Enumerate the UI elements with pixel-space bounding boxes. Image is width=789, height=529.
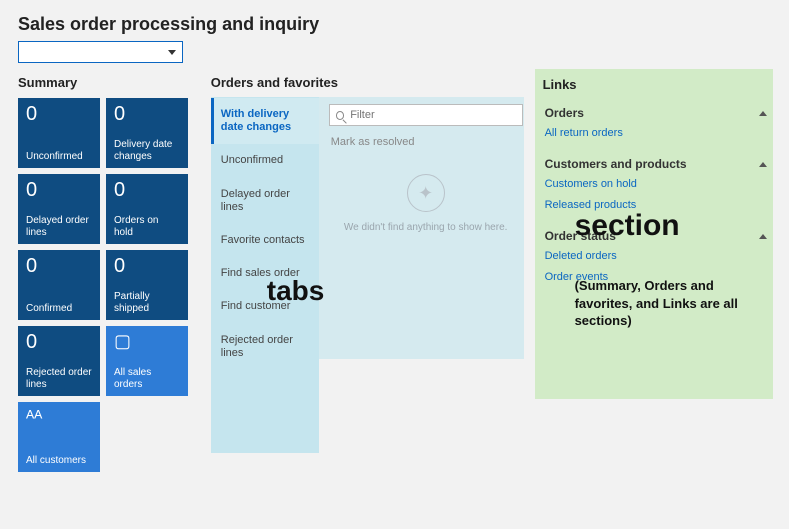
orders-header: Orders and favorites xyxy=(211,75,529,90)
links-header: Links xyxy=(543,77,771,92)
link-group-title: Order status xyxy=(545,229,616,243)
link-group-orders[interactable]: Orders xyxy=(543,100,771,124)
tile-label: All sales orders xyxy=(114,367,180,390)
tile-rejected-order-lines[interactable]: 0 Rejected order lines xyxy=(18,326,100,396)
sales-orders-icon: ▢ xyxy=(114,332,180,350)
search-icon xyxy=(336,111,344,120)
tile-unconfirmed[interactable]: 0 Unconfirmed xyxy=(18,98,100,168)
tile-orders-on-hold[interactable]: 0 Orders on hold xyxy=(106,174,188,244)
tab-favorite-contacts[interactable]: Favorite contacts xyxy=(211,224,319,257)
page-title: Sales order processing and inquiry xyxy=(18,14,771,35)
chevron-up-icon xyxy=(759,111,767,116)
tile-label: Delivery date changes xyxy=(114,139,180,162)
link-released-products[interactable]: Released products xyxy=(543,196,771,217)
link-group-title: Orders xyxy=(545,106,584,120)
tab-with-delivery-date-changes[interactable]: With delivery date changes xyxy=(211,98,319,144)
empty-state: ✦ We didn't find anything to show here. xyxy=(329,162,523,233)
tab-unconfirmed[interactable]: Unconfirmed xyxy=(211,144,319,177)
tile-count: 0 xyxy=(26,256,92,276)
tile-count: 0 xyxy=(26,104,92,124)
tile-label: Confirmed xyxy=(26,303,92,315)
empty-state-icon: ✦ xyxy=(407,174,445,212)
empty-state-text: We didn't find anything to show here. xyxy=(329,222,523,233)
link-customers-on-hold[interactable]: Customers on hold xyxy=(543,175,771,196)
tile-delayed-order-lines[interactable]: 0 Delayed order lines xyxy=(18,174,100,244)
link-group-order-status[interactable]: Order status xyxy=(543,223,771,247)
tile-label: Partially shipped xyxy=(114,291,180,314)
filter-input-wrap[interactable] xyxy=(329,104,523,126)
tab-find-sales-order[interactable]: Find sales order xyxy=(211,257,319,290)
link-group-title: Customers and products xyxy=(545,157,687,171)
tile-count: 0 xyxy=(114,104,180,124)
tile-label: Rejected order lines xyxy=(26,367,92,390)
tile-count: 0 xyxy=(114,256,180,276)
tile-all-customers[interactable]: ᴬᴬ All customers xyxy=(18,402,100,472)
tile-label: Unconfirmed xyxy=(26,151,92,163)
tile-confirmed[interactable]: 0 Confirmed xyxy=(18,250,100,320)
tile-partially-shipped[interactable]: 0 Partially shipped xyxy=(106,250,188,320)
tile-label: All customers xyxy=(26,455,92,467)
customers-icon: ᴬᴬ xyxy=(26,408,92,426)
summary-header: Summary xyxy=(18,75,197,90)
chevron-up-icon xyxy=(759,234,767,239)
tile-count: 0 xyxy=(26,180,92,200)
filter-input[interactable] xyxy=(350,109,515,121)
tile-count: 0 xyxy=(114,180,180,200)
tile-label: Orders on hold xyxy=(114,215,180,238)
tile-delivery-date-changes[interactable]: 0 Delivery date changes xyxy=(106,98,188,168)
tab-find-customer[interactable]: Find customer xyxy=(211,290,319,323)
link-group-customers-products[interactable]: Customers and products xyxy=(543,151,771,175)
chevron-up-icon xyxy=(759,162,767,167)
tile-label: Delayed order lines xyxy=(26,215,92,238)
tile-all-sales-orders[interactable]: ▢ All sales orders xyxy=(106,326,188,396)
link-all-return-orders[interactable]: All return orders xyxy=(543,124,771,145)
tile-count: 0 xyxy=(26,332,92,352)
top-dropdown[interactable] xyxy=(18,41,183,63)
link-order-events[interactable]: Order events xyxy=(543,268,771,289)
orders-vertical-tabs: With delivery date changes Unconfirmed D… xyxy=(211,98,319,370)
link-deleted-orders[interactable]: Deleted orders xyxy=(543,247,771,268)
tab-delayed-order-lines[interactable]: Delayed order lines xyxy=(211,178,319,224)
mark-as-resolved-button[interactable]: Mark as resolved xyxy=(329,132,523,162)
summary-tiles: 0 Unconfirmed 0 Delivery date changes 0 … xyxy=(18,98,197,472)
tab-rejected-order-lines[interactable]: Rejected order lines xyxy=(211,324,319,370)
